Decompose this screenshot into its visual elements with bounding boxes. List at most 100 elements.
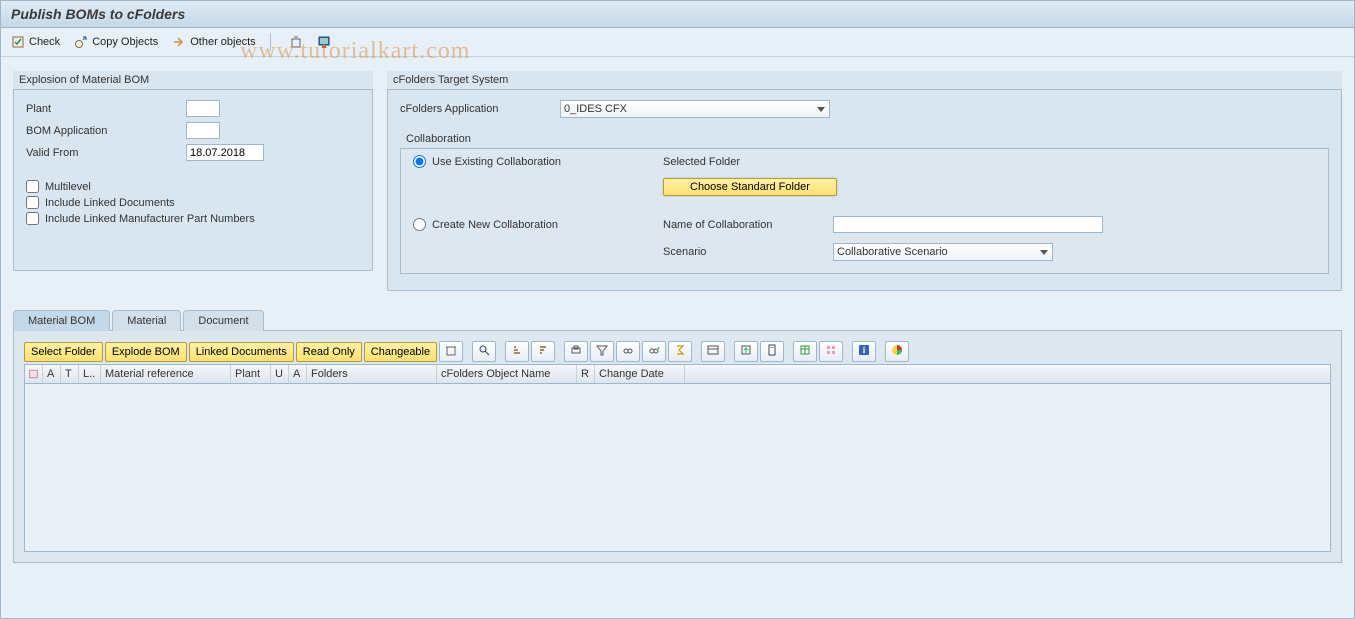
toolbar-separator (270, 33, 271, 51)
word-export-button[interactable] (760, 341, 784, 362)
target-groupbox: cFolders Target System cFolders Applicat… (387, 71, 1342, 291)
other-objects-button[interactable]: Other objects (172, 35, 255, 49)
cfolders-app-select[interactable]: 0_IDES CFX (560, 100, 830, 118)
collab-title: Collaboration (400, 130, 1329, 149)
scenario-value: Collaborative Scenario (837, 246, 948, 258)
col-a2[interactable]: A (289, 365, 307, 383)
create-new-label: Create New Collaboration (432, 219, 558, 231)
tab-document[interactable]: Document (183, 310, 263, 331)
explosion-groupbox: Explosion of Material BOM Plant BOM Appl… (13, 71, 373, 271)
col-l[interactable]: L.. (79, 365, 101, 383)
binoculars-icon (622, 344, 634, 359)
trash-icon (289, 35, 303, 49)
binoculars-next-icon (648, 344, 660, 359)
document-icon (766, 344, 778, 359)
check-icon (11, 35, 25, 49)
filter-button[interactable] (590, 341, 614, 362)
read-only-button[interactable]: Read Only (296, 342, 362, 362)
delete-icon-button[interactable] (289, 35, 303, 49)
collab-name-input[interactable] (833, 216, 1103, 233)
multilevel-label: Multilevel (45, 181, 91, 193)
trash-icon (445, 344, 457, 359)
sigma-icon (674, 344, 686, 359)
choose-layout-button[interactable] (819, 341, 843, 362)
bom-app-input[interactable] (186, 122, 220, 139)
alv-header: A T L.. Material reference Plant U A Fol… (24, 364, 1331, 384)
alv-grid-body[interactable] (24, 384, 1331, 552)
col-material-reference[interactable]: Material reference (101, 365, 231, 383)
create-new-radio[interactable] (413, 218, 426, 231)
plant-input[interactable] (186, 100, 220, 117)
col-object-name[interactable]: cFolders Object Name (437, 365, 577, 383)
choose-standard-folder-button[interactable]: Choose Standard Folder (663, 178, 837, 196)
info-button[interactable]: i (852, 341, 876, 362)
copy-objects-button[interactable]: Copy Objects (74, 35, 158, 49)
graphic-button[interactable] (885, 341, 909, 362)
col-u[interactable]: U (271, 365, 289, 383)
find-button[interactable] (616, 341, 640, 362)
alv-select-all[interactable] (25, 365, 43, 383)
sum-button[interactable] (668, 341, 692, 362)
grid-icon (825, 344, 837, 359)
col-plant[interactable]: Plant (231, 365, 271, 383)
explode-bom-button[interactable]: Explode BOM (105, 342, 187, 362)
magnifier-icon (478, 344, 490, 359)
excel-export-button[interactable] (793, 341, 817, 362)
delete-row-button[interactable] (439, 341, 463, 362)
col-folders[interactable]: Folders (307, 365, 437, 383)
cfolders-app-value: 0_IDES CFX (564, 103, 627, 115)
use-existing-label: Use Existing Collaboration (432, 156, 561, 168)
system-icon (317, 35, 331, 49)
print-button[interactable] (564, 341, 588, 362)
choose-folder-label: Choose Standard Folder (690, 181, 810, 193)
page-title: Publish BOMs to cFolders (11, 6, 1344, 22)
linked-documents-button[interactable]: Linked Documents (189, 342, 294, 362)
scenario-select[interactable]: Collaborative Scenario (833, 243, 1053, 261)
include-docs-checkbox[interactable] (26, 196, 39, 209)
details-button[interactable] (472, 341, 496, 362)
title-bar: Publish BOMs to cFolders (1, 1, 1354, 28)
tab-material[interactable]: Material (112, 310, 181, 331)
valid-from-label: Valid From (26, 147, 186, 159)
plant-label: Plant (26, 103, 186, 115)
valid-from-input[interactable] (186, 144, 264, 161)
copy-icon (74, 35, 88, 49)
multilevel-checkbox[interactable] (26, 180, 39, 193)
layout-icon (707, 344, 719, 359)
include-docs-label: Include Linked Documents (45, 197, 175, 209)
export-button[interactable] (734, 341, 758, 362)
check-button[interactable]: Check (11, 35, 60, 49)
sort-desc-icon (537, 344, 549, 359)
col-t[interactable]: T (61, 365, 79, 383)
system-icon-button[interactable] (317, 35, 331, 49)
target-title: cFolders Target System (387, 71, 1342, 90)
sort-desc-button[interactable] (531, 341, 555, 362)
copy-objects-label: Copy Objects (92, 36, 158, 48)
funnel-icon (596, 344, 608, 359)
other-objects-label: Other objects (190, 36, 255, 48)
pie-chart-icon (891, 344, 903, 359)
upper-panels: Explosion of Material BOM Plant BOM Appl… (1, 57, 1354, 291)
use-existing-radio[interactable] (413, 155, 426, 168)
select-folder-button[interactable]: Select Folder (24, 342, 103, 362)
col-a1[interactable]: A (43, 365, 61, 383)
layout-button[interactable] (701, 341, 725, 362)
explosion-title: Explosion of Material BOM (13, 71, 373, 90)
tab-panel: Select Folder Explode BOM Linked Documen… (13, 330, 1342, 563)
bom-app-label: BOM Application (26, 125, 186, 137)
app-toolbar: Check Copy Objects Other objects (1, 28, 1354, 57)
col-r[interactable]: R (577, 365, 595, 383)
collaboration-groupbox: Collaboration Use Existing Collaboration… (400, 130, 1329, 274)
cfolders-app-label: cFolders Application (400, 103, 560, 115)
tab-strip: Material BOM Material Document (13, 309, 1354, 330)
check-label: Check (29, 36, 60, 48)
include-mpn-checkbox[interactable] (26, 212, 39, 225)
find-next-button[interactable] (642, 341, 666, 362)
export-icon (740, 344, 752, 359)
changeable-button[interactable]: Changeable (364, 342, 437, 362)
sort-asc-button[interactable] (505, 341, 529, 362)
include-mpn-label: Include Linked Manufacturer Part Numbers (45, 213, 255, 225)
tab-material-bom[interactable]: Material BOM (13, 310, 110, 331)
col-change-date[interactable]: Change Date (595, 365, 685, 383)
sort-asc-icon (511, 344, 523, 359)
